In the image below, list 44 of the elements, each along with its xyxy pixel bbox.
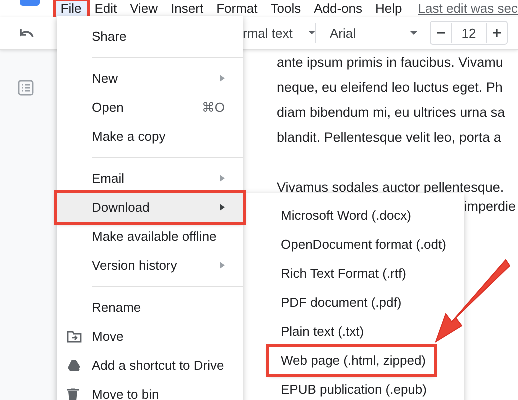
document-text: neque, eu eleifend leo luctus eget. Ph bbox=[277, 79, 504, 97]
docs-logo-icon[interactable] bbox=[20, 0, 40, 6]
menu-item[interactable]: Add a shortcut to Drive bbox=[57, 351, 243, 380]
menu-item[interactable]: PDF document (.pdf) bbox=[243, 288, 402, 317]
menu-item[interactable]: Edit bbox=[90, 0, 122, 16]
menu-item[interactable]: Version history bbox=[57, 251, 243, 280]
drive-icon bbox=[67, 359, 82, 372]
menu-item[interactable]: Rename bbox=[57, 293, 243, 322]
bin-icon bbox=[67, 388, 79, 400]
font-dropdown[interactable]: Arial bbox=[330, 26, 356, 40]
menu-item[interactable]: Tools bbox=[266, 0, 306, 16]
menu-item[interactable]: View bbox=[125, 0, 164, 16]
menu-item[interactable]: Add-ons bbox=[309, 0, 368, 16]
folder-icon bbox=[67, 330, 82, 342]
menu-item[interactable]: OpenDocument format (.odt) bbox=[243, 230, 446, 259]
menu-item[interactable]: Web page (.html, zipped) bbox=[269, 347, 434, 374]
menu-item[interactable]: Rich Text Format (.rtf) bbox=[243, 259, 406, 288]
menu-item[interactable]: Plain text (.txt) bbox=[243, 317, 364, 346]
menu-item[interactable]: Make a copy bbox=[57, 122, 243, 151]
caret-icon[interactable] bbox=[308, 31, 315, 35]
menu-item[interactable]: Share bbox=[57, 22, 243, 51]
document-text: diam bibendum mi, eu ultrices urna sa bbox=[277, 104, 506, 122]
menu-item[interactable]: Format bbox=[212, 0, 263, 16]
menu-item[interactable]: New bbox=[57, 64, 243, 93]
caret-icon[interactable] bbox=[410, 31, 418, 35]
undo-icon[interactable] bbox=[20, 28, 34, 38]
menu-item[interactable]: Help bbox=[370, 0, 408, 16]
menu-item[interactable]: Open ⌘O bbox=[57, 93, 243, 122]
menu-item[interactable]: EPUB publication (.epub) bbox=[243, 375, 427, 400]
document-text: ante ipsum primis in faucibus. Vivamu bbox=[277, 54, 504, 72]
last-edit-link[interactable]: Last edit was sec bbox=[418, 1, 518, 16]
document-text: Vivamus sodales auctor pellentesque. bbox=[277, 179, 506, 197]
document-text: imperdie bbox=[464, 199, 516, 214]
style-dropdown[interactable]: rmal text bbox=[243, 26, 293, 40]
menu-item[interactable]: Email bbox=[57, 164, 243, 193]
menu-item[interactable]: Microsoft Word (.docx) bbox=[243, 201, 412, 230]
menu-item[interactable]: Move to bin bbox=[57, 380, 243, 400]
menu-item[interactable]: Insert bbox=[166, 0, 209, 16]
menu-item[interactable]: Download bbox=[57, 193, 243, 222]
menu-item[interactable]: File bbox=[56, 0, 87, 16]
shortcut-text: ⌘O bbox=[202, 100, 225, 115]
menu-item[interactable]: Move bbox=[57, 322, 243, 351]
menu-item[interactable]: Make available offline bbox=[57, 222, 243, 251]
document-text: blandit. Pellentesque velit leo, porta a bbox=[277, 129, 502, 147]
